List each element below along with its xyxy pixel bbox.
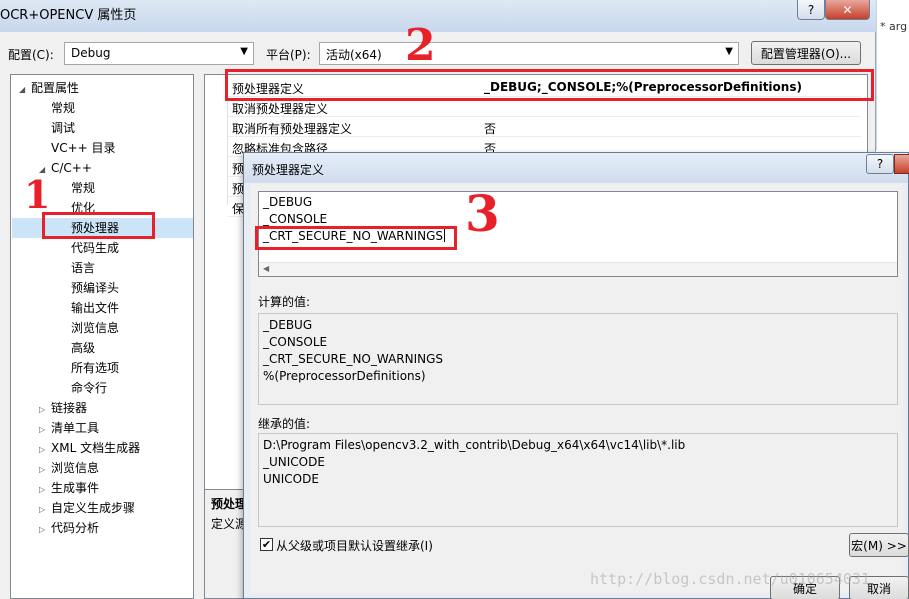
tree-item[interactable]: ▷ 生成事件 xyxy=(39,478,99,498)
dialog-close-button[interactable] xyxy=(894,154,909,174)
tree-item-label: 语言 xyxy=(71,261,96,275)
tree-item-label: 高级 xyxy=(71,341,96,355)
title-bar[interactable]: OCR+OPENCV 属性页 ? ✕ xyxy=(0,0,876,32)
tree-item[interactable]: 语言 xyxy=(59,258,95,278)
preprocessor-definitions-dialog: 预处理器定义 ? _DEBUG _CONSOLE _CRT_SECURE_NO_… xyxy=(243,152,909,599)
annotation-box-preprocessor-row xyxy=(225,69,874,101)
evaluated-line-3: _CRT_SECURE_NO_WARNINGS xyxy=(263,352,444,366)
collapsed-arrow-icon[interactable]: ▷ xyxy=(39,420,51,440)
tree-item[interactable]: 预编译头 xyxy=(59,278,119,298)
inherited-line-3: UNICODE xyxy=(263,472,319,486)
property-name: 取消预处理器定义 xyxy=(232,102,329,116)
tree-item-label: VC++ 目录 xyxy=(51,141,116,155)
collapsed-arrow-icon[interactable]: ▷ xyxy=(39,440,51,460)
tree-item[interactable]: 命令行 xyxy=(59,378,107,398)
property-name: 取消所有预处理器定义 xyxy=(232,122,353,136)
tree-item[interactable]: 调试 xyxy=(39,118,75,138)
inherit-checkbox-label: 从父级或项目默认设置继承(I) xyxy=(276,539,433,553)
dialog-title: 预处理器定义 xyxy=(252,163,325,177)
macro-button[interactable]: 宏(M) >> xyxy=(849,533,909,557)
tree-item-label: 清单工具 xyxy=(51,421,100,435)
tree-item-label: 代码生成 xyxy=(71,241,120,255)
evaluated-line-4: %(PreprocessorDefinitions) xyxy=(263,369,426,383)
editor-line-1: _DEBUG xyxy=(263,195,313,209)
tree-item[interactable]: 代码生成 xyxy=(59,238,119,258)
tree-item-label: 命令行 xyxy=(71,381,108,395)
annotation-mark-2: 2 xyxy=(405,20,436,71)
evaluated-label: 计算的值: xyxy=(258,295,311,309)
tree-item[interactable]: 常规 xyxy=(39,98,75,118)
collapsed-arrow-icon[interactable]: ▷ xyxy=(39,480,51,500)
category-tree[interactable]: ◢ 配置属性 常规 调试 VC++ 目录 ◢ C/C++ 常规 优化 预处理器 代码生成 语言 预编译头… xyxy=(10,74,194,599)
config-manager-button[interactable]: 配置管理器(O)... xyxy=(751,41,861,65)
annotation-box-preprocessor-node xyxy=(42,212,155,239)
tree-item-label: 自定义生成步骤 xyxy=(51,501,136,515)
inherited-line-1: D:\Program Files\opencv3.2_with_contrib\… xyxy=(263,438,686,452)
inherit-checkbox[interactable]: ✔ xyxy=(260,538,273,551)
dialog-title-bar[interactable]: 预处理器定义 ? xyxy=(244,153,909,183)
tree-item[interactable]: 输出文件 xyxy=(59,298,119,318)
scroll-left-icon: ◀ xyxy=(263,264,270,273)
tree-item[interactable]: ◢ 配置属性 xyxy=(19,78,79,98)
platform-value: 活动(x64) xyxy=(326,48,382,62)
editor-line-2: _CONSOLE xyxy=(263,212,328,226)
description-text: 定义源 xyxy=(211,517,248,531)
evaluated-line-1: _DEBUG xyxy=(263,318,313,332)
tree-item[interactable]: ▷ 清单工具 xyxy=(39,418,99,438)
chevron-down-icon: ▼ xyxy=(240,46,248,57)
background-window-text: * arg xyxy=(880,20,908,33)
tree-item[interactable]: ▷ 代码分析 xyxy=(39,518,99,538)
tree-item[interactable]: ▷ XML 文档生成器 xyxy=(39,438,140,458)
evaluated-line-2: _CONSOLE xyxy=(263,335,328,349)
tree-item-label: 常规 xyxy=(51,101,76,115)
platform-label: 平台(P): xyxy=(266,48,311,62)
tree-item-label: 生成事件 xyxy=(51,481,100,495)
annotation-box-new-definition xyxy=(255,226,457,250)
expanded-arrow-icon[interactable]: ◢ xyxy=(19,80,31,100)
inherited-line-2: _UNICODE xyxy=(263,455,325,469)
platform-dropdown[interactable]: 活动(x64) ▼ xyxy=(319,42,739,65)
tree-item-label: 调试 xyxy=(51,121,76,135)
tree-item[interactable]: ▷ 自定义生成步骤 xyxy=(39,498,135,518)
collapsed-arrow-icon[interactable]: ▷ xyxy=(39,400,51,420)
editor-horizontal-scrollbar[interactable]: ◀ xyxy=(259,262,897,276)
watermark: http://blog.csdn.net/u010654031 xyxy=(590,570,870,588)
inherited-label: 继承的值: xyxy=(258,417,311,431)
window-title: OCR+OPENCV 属性页 xyxy=(0,8,137,23)
help-button[interactable]: ? xyxy=(797,0,825,20)
config-label: 配置(C): xyxy=(8,48,54,62)
annotation-mark-1: 1 xyxy=(24,172,51,217)
config-value: Debug xyxy=(71,46,111,60)
collapsed-arrow-icon[interactable]: ▷ xyxy=(39,460,51,480)
tree-item-label: C/C++ xyxy=(51,161,92,175)
chevron-down-icon: ▼ xyxy=(725,46,733,57)
property-value: 否 xyxy=(484,122,497,136)
tree-item-label: XML 文档生成器 xyxy=(51,441,141,455)
tree-item[interactable]: ▷ 浏览信息 xyxy=(39,458,99,478)
collapsed-arrow-icon[interactable]: ▷ xyxy=(39,520,51,540)
inherited-values-box: D:\Program Files\opencv3.2_with_contrib\… xyxy=(258,433,898,527)
tree-item-label: 预编译头 xyxy=(71,281,120,295)
tree-item[interactable]: 常规 xyxy=(59,178,95,198)
tree-item[interactable]: ▷ 链接器 xyxy=(39,398,87,418)
tree-item-label: 配置属性 xyxy=(31,81,80,95)
tree-item-label: 所有选项 xyxy=(71,361,120,375)
tree-item-label: 浏览信息 xyxy=(51,461,100,475)
dialog-help-button[interactable]: ? xyxy=(866,154,894,174)
property-row[interactable]: 取消所有预处理器定义 否 xyxy=(228,117,861,137)
tree-item-label: 代码分析 xyxy=(51,521,100,535)
tree-item[interactable]: 所有选项 xyxy=(59,358,119,378)
tree-item[interactable]: 高级 xyxy=(59,338,95,358)
tree-item-label: 浏览信息 xyxy=(71,321,120,335)
tree-item[interactable]: VC++ 目录 xyxy=(39,138,116,158)
collapsed-arrow-icon[interactable]: ▷ xyxy=(39,500,51,520)
close-button[interactable]: ✕ xyxy=(825,0,870,20)
tree-item[interactable]: 浏览信息 xyxy=(59,318,119,338)
tree-item-label: 链接器 xyxy=(51,401,88,415)
annotation-mark-3: 3 xyxy=(465,184,500,243)
tree-item-label: 输出文件 xyxy=(71,301,120,315)
evaluated-values-box: _DEBUG _CONSOLE _CRT_SECURE_NO_WARNINGS … xyxy=(258,313,898,405)
config-dropdown[interactable]: Debug ▼ xyxy=(64,42,254,65)
tree-item-label: 常规 xyxy=(71,181,96,195)
